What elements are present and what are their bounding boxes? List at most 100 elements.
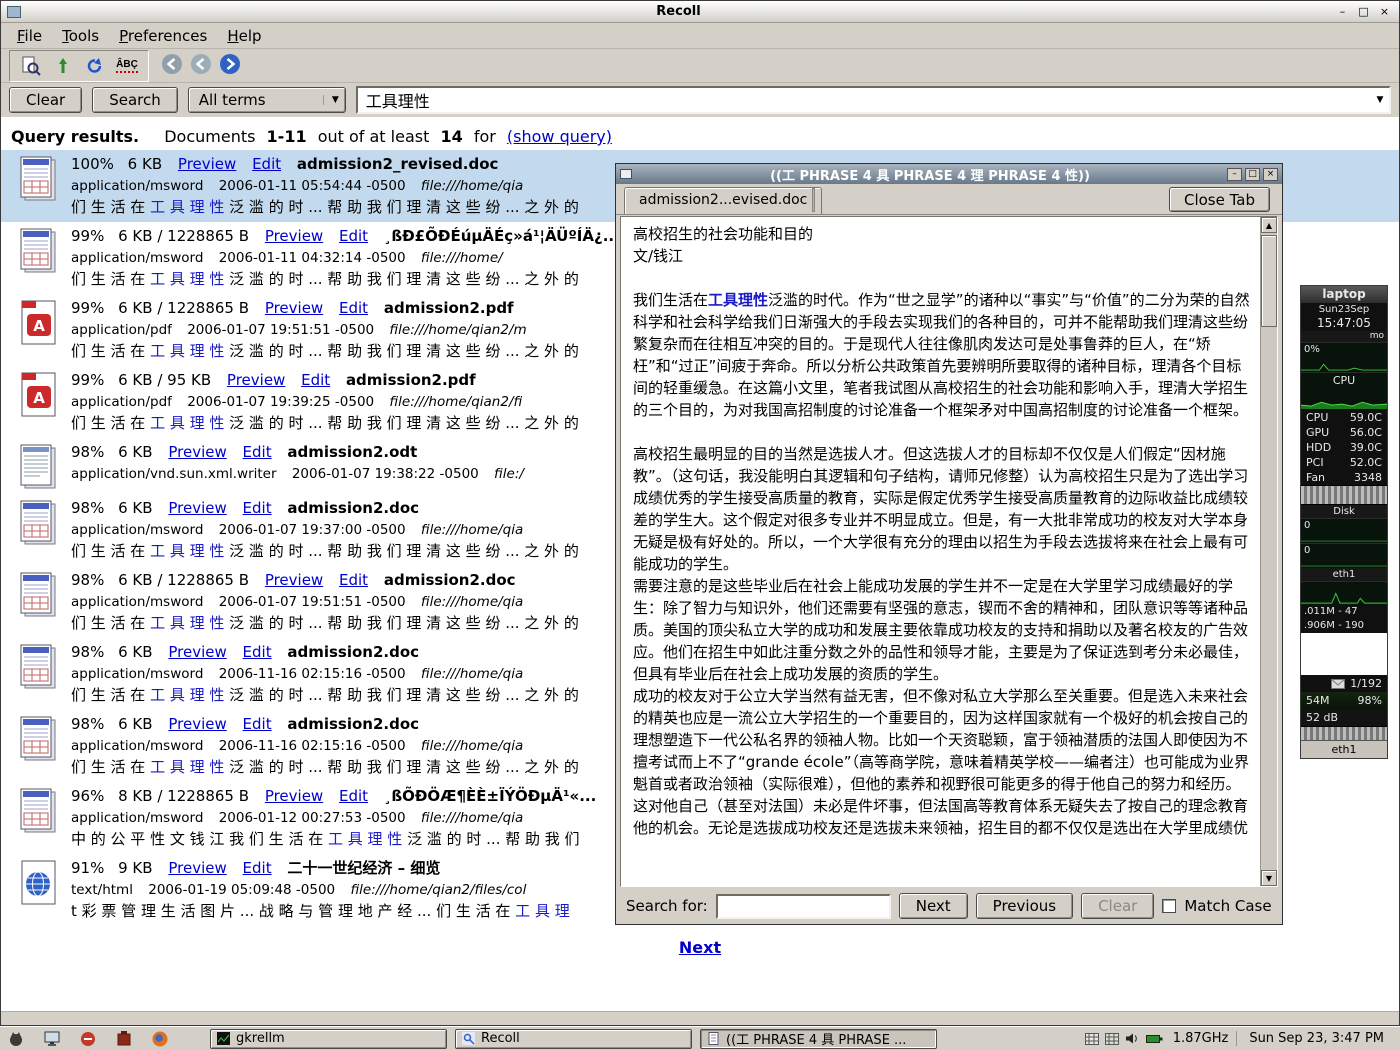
taskbar-button-gkrellm[interactable]: gkrellm — [210, 1029, 447, 1049]
first-page-icon[interactable] — [161, 53, 183, 79]
mime-type: application/msword — [71, 178, 203, 194]
main-titlebar[interactable]: Recoll – □ × — [1, 1, 1399, 23]
preview-scrollbar[interactable]: ▲ ▼ — [1260, 217, 1277, 886]
preview-link[interactable]: Preview — [168, 643, 226, 661]
firefox-launcher-icon[interactable] — [150, 1029, 170, 1049]
preview-link[interactable]: Preview — [168, 443, 226, 461]
edit-link[interactable]: Edit — [243, 443, 272, 461]
search-input[interactable] — [358, 91, 1371, 110]
find-next-button[interactable]: Next — [899, 893, 968, 919]
tab-admission2-doc[interactable]: admission2...evised.doc — [624, 187, 822, 214]
preview-link[interactable]: Preview — [265, 571, 323, 589]
menu-item-preferences[interactable]: Preferences — [109, 24, 217, 48]
history-chevron-icon[interactable]: ▼ — [1371, 95, 1389, 105]
edit-link[interactable]: Edit — [339, 227, 368, 245]
close-tab-button[interactable]: Close Tab — [1169, 187, 1270, 212]
preview-link[interactable]: Preview — [178, 155, 236, 173]
relevance-percent: 98% — [71, 443, 104, 461]
load-percent: 0% — [1304, 344, 1320, 355]
preview-titlebar[interactable]: ((工 PHRASE 4 具 PHRASE 4 理 PHRASE 4 性)) –… — [616, 164, 1282, 184]
scroll-up-icon[interactable]: ▲ — [1261, 217, 1277, 233]
terms-mode-select[interactable]: All terms ▼ — [188, 87, 346, 113]
edit-link[interactable]: Edit — [243, 643, 272, 661]
edit-link[interactable]: Edit — [243, 715, 272, 733]
result-size: 6 KB / 95 KB — [118, 371, 211, 389]
next-page-icon[interactable] — [219, 53, 241, 79]
result-size: 6 KB — [118, 643, 152, 661]
next-page-link[interactable]: Next — [679, 938, 721, 957]
mime-type: application/pdf — [71, 322, 172, 338]
terminal-launcher-icon[interactable] — [42, 1029, 62, 1049]
preview-link[interactable]: Preview — [227, 371, 285, 389]
preview-link[interactable]: Preview — [168, 499, 226, 517]
edit-link[interactable]: Edit — [301, 371, 330, 389]
quick-launchers — [6, 1029, 170, 1049]
taskbar-button-preview[interactable]: ((工 PHRASE 4 具 PHRASE ... — [700, 1029, 937, 1049]
preview-link[interactable]: Preview — [265, 227, 323, 245]
volume-icon[interactable] — [1125, 1032, 1140, 1045]
preview-link[interactable]: Preview — [168, 715, 226, 733]
match-case-checkbox[interactable] — [1162, 899, 1176, 913]
snippet-text: 们 生 活 在 — [71, 198, 150, 216]
clear-button[interactable]: Clear — [9, 87, 82, 113]
find-previous-button[interactable]: Previous — [976, 893, 1073, 919]
file-url: file:///home/qia — [421, 594, 523, 610]
launcher-icon-1[interactable] — [6, 1029, 26, 1049]
edit-link[interactable]: Edit — [243, 499, 272, 517]
preview-text-segment: 成功的校友对于公立大学当然有益无害，但不像对私立大学那么至关重要。但是选入未来社… — [633, 687, 1249, 837]
scrollbar-thumb[interactable] — [1261, 235, 1277, 327]
maximize-icon[interactable]: □ — [1355, 4, 1372, 19]
taskbar-button-recoll[interactable]: Recoll — [455, 1029, 692, 1049]
pdf-icon: A — [18, 299, 60, 347]
preview-link[interactable]: Preview — [265, 787, 323, 805]
relevance-percent: 100% — [71, 155, 114, 173]
net-chart — [1301, 581, 1387, 605]
menu-item-help[interactable]: Help — [217, 24, 271, 48]
term-explorer-icon[interactable]: ÂBÇ — [114, 53, 140, 79]
net-stat-2: .906M - 190 — [1301, 619, 1387, 633]
msword-doc-icon — [18, 499, 60, 547]
sort-icon[interactable] — [50, 53, 76, 79]
find-input[interactable] — [716, 894, 891, 919]
previous-page-icon[interactable] — [190, 53, 212, 79]
preview-paragraph: 我们生活在工具理性泛滥的时代。作为“世之显学”的诸种以“事实”与“价值”的二分为… — [633, 289, 1253, 421]
edit-link[interactable]: Edit — [252, 155, 281, 173]
relevance-percent: 98% — [71, 643, 104, 661]
result-title: admission2.doc — [287, 643, 419, 661]
edit-link[interactable]: Edit — [243, 859, 272, 877]
fan-readout: Fan 3348 — [1301, 470, 1387, 485]
preview-text-segment: 高校招生的社会功能和目的 — [633, 225, 813, 243]
preview-document-icon[interactable] — [18, 53, 44, 79]
minimize-icon[interactable]: – — [1334, 4, 1351, 19]
edit-link[interactable]: Edit — [339, 299, 368, 317]
close-icon[interactable]: × — [1376, 4, 1393, 19]
preview-link[interactable]: Preview — [265, 299, 323, 317]
battery-icon[interactable] — [1146, 1033, 1163, 1044]
preview-close-icon[interactable]: × — [1263, 168, 1278, 181]
find-clear-button[interactable]: Clear — [1081, 893, 1154, 919]
edit-link[interactable]: Edit — [339, 787, 368, 805]
for-word: for — [474, 127, 496, 146]
preview-maximize-icon[interactable]: □ — [1245, 168, 1260, 181]
keyboard-layout-icon[interactable] — [1085, 1033, 1099, 1045]
preview-minimize-icon[interactable]: – — [1227, 168, 1242, 181]
temp-readout-pci: PCI52.0C — [1301, 455, 1387, 470]
search-for-label: Search for: — [626, 897, 708, 915]
reload-icon[interactable] — [82, 53, 108, 79]
launcher-icon-4[interactable] — [114, 1029, 134, 1049]
scroll-down-icon[interactable]: ▼ — [1261, 870, 1277, 886]
edit-link[interactable]: Edit — [339, 571, 368, 589]
mime-type: application/msword — [71, 250, 203, 266]
show-query-link[interactable]: (show query) — [507, 127, 612, 146]
menu-item-file[interactable]: File — [7, 24, 52, 48]
msword-doc-icon — [18, 571, 60, 619]
result-date: 2006-11-16 02:15:16 -0500 — [219, 738, 406, 754]
preview-link[interactable]: Preview — [168, 859, 226, 877]
menu-item-tools[interactable]: Tools — [52, 24, 109, 48]
keyboard-layout-icon-2[interactable] — [1105, 1033, 1119, 1045]
result-date: 2006-01-07 19:37:00 -0500 — [219, 522, 406, 538]
search-button[interactable]: Search — [92, 87, 178, 113]
msword-doc-icon — [18, 643, 60, 691]
launcher-icon-3[interactable] — [78, 1029, 98, 1049]
system-tray: 1.87GHz — [1085, 1031, 1229, 1046]
